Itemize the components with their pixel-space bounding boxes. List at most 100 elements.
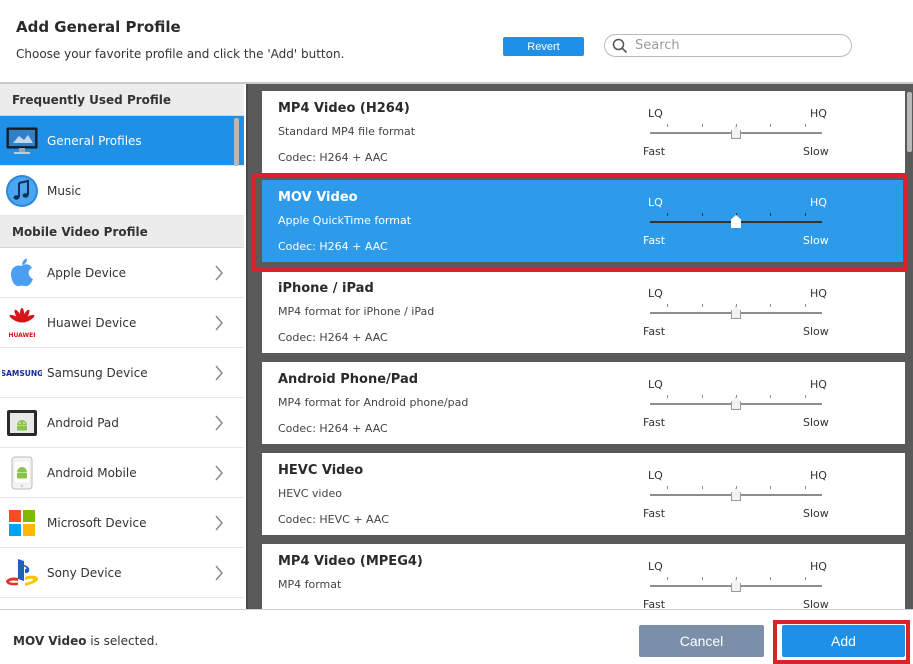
section-header-mobile-video: Mobile Video Profile [0, 216, 244, 248]
profile-description: HEVC video [278, 487, 342, 500]
slider-tick [667, 304, 668, 307]
sidebar-item-android-pad[interactable]: Android Pad [0, 398, 244, 448]
profile-description: Standard MP4 file format [278, 125, 416, 138]
profile-description: MP4 format for iPhone / iPad [278, 305, 435, 318]
quality-slider[interactable] [650, 124, 822, 139]
chevron-right-icon [215, 315, 223, 331]
dialog-footer: MOV Video is selected. Cancel Add [0, 609, 913, 664]
speed-fast-label: Fast [643, 598, 666, 609]
music-note-icon [2, 171, 42, 211]
speed-fast-label: Fast [643, 507, 666, 520]
add-button[interactable]: Add [782, 625, 905, 657]
speed-fast-label: Fast [643, 145, 666, 158]
profile-name: iPhone / iPad [278, 281, 374, 296]
speed-fast-label: Fast [643, 325, 666, 338]
profile-name: MP4 Video (MPEG4) [278, 554, 423, 569]
svg-text:HUAWEI: HUAWEI [8, 332, 35, 339]
sidebar-item-android-mobile[interactable]: Android Mobile [0, 448, 244, 498]
profile-card[interactable]: iPhone / iPad MP4 format for iPhone / iPa… [262, 271, 905, 353]
profile-description: MP4 format [278, 578, 342, 591]
slider-tick [770, 304, 771, 307]
slider-tick [805, 577, 806, 580]
slider-thumb[interactable] [731, 488, 741, 501]
quality-slider[interactable] [650, 577, 822, 592]
slider-tick [702, 395, 703, 398]
slider-tick [805, 124, 806, 127]
profile-list: MP4 Video (H264) Standard MP4 file format… [246, 84, 913, 609]
quality-high-label: HQ [810, 287, 827, 300]
profile-card[interactable]: MP4 Video (MPEG4) MP4 format LQ HQ Fast Slow [262, 544, 905, 609]
playstation-logo-icon [2, 553, 42, 593]
search-input[interactable] [635, 37, 845, 54]
slider-tick [805, 486, 806, 489]
chevron-right-icon [215, 365, 223, 381]
slider-tick [667, 577, 668, 580]
profile-codec: Codec: H264 + AAC [278, 331, 388, 344]
section-header-frequently-used: Frequently Used Profile [0, 84, 244, 116]
speed-slow-label: Slow [803, 325, 829, 338]
sidebar-item-label: Android Mobile [47, 465, 137, 480]
profile-list-scrollbar[interactable] [907, 92, 912, 152]
sidebar-scrollbar[interactable] [234, 118, 239, 166]
sidebar-item-samsung-device[interactable]: SAMSUNG Samsung Device [0, 348, 244, 398]
search-icon [612, 38, 628, 54]
slider-thumb[interactable] [731, 306, 741, 319]
monitor-icon [2, 121, 42, 161]
quality-high-label: HQ [810, 107, 827, 120]
sidebar-item-sony-device[interactable]: Sony Device [0, 548, 244, 598]
sidebar-item-label: General Profiles [47, 133, 142, 148]
speed-slow-label: Slow [803, 507, 829, 520]
slider-tick [667, 395, 668, 398]
profile-name: Android Phone/Pad [278, 372, 419, 387]
slider-tick [702, 304, 703, 307]
profile-description: MP4 format for Android phone/pad [278, 396, 469, 409]
revert-button[interactable]: Revert [503, 37, 584, 56]
search-box[interactable] [604, 34, 852, 57]
chevron-right-icon [215, 465, 223, 481]
profile-card[interactable]: HEVC Video HEVC video Codec: HEVC + AAC LQ H… [262, 453, 905, 535]
sidebar-item-general-profiles[interactable]: General Profiles [0, 116, 244, 166]
quality-low-label: LQ [648, 469, 663, 482]
dialog-title: Add General Profile [16, 18, 181, 36]
huawei-logo-icon: HUAWEI [2, 303, 42, 343]
slider-tick [667, 486, 668, 489]
slider-tick [805, 395, 806, 398]
profile-card[interactable]: Android Phone/Pad MP4 format for Android … [262, 362, 905, 444]
dialog-header: Add General Profile Choose your favorite… [0, 0, 913, 82]
slider-tick [702, 486, 703, 489]
sidebar-item-label: Android Pad [47, 415, 119, 430]
sidebar-item-label: Music [47, 183, 82, 198]
sidebar-item-huawei-device[interactable]: HUAWEI Huawei Device [0, 298, 244, 348]
chevron-right-icon [215, 565, 223, 581]
status-suffix: is selected. [86, 634, 159, 648]
slider-tick [770, 577, 771, 580]
profile-card[interactable]: MP4 Video (H264) Standard MP4 file format… [262, 91, 905, 173]
slider-tick [667, 124, 668, 127]
quality-slider[interactable] [650, 395, 822, 410]
quality-slider[interactable] [650, 304, 822, 319]
slider-thumb[interactable] [731, 579, 741, 592]
slider-thumb[interactable] [731, 397, 741, 410]
sidebar-item-microsoft-device[interactable]: Microsoft Device [0, 498, 244, 548]
chevron-right-icon [215, 515, 223, 531]
speed-slow-label: Slow [803, 145, 829, 158]
chevron-right-icon [215, 415, 223, 431]
slider-thumb[interactable] [731, 126, 741, 139]
cancel-button[interactable]: Cancel [639, 625, 764, 657]
quality-low-label: LQ [648, 107, 663, 120]
quality-high-label: HQ [810, 378, 827, 391]
quality-low-label: LQ [648, 378, 663, 391]
selection-highlight-outline [252, 174, 907, 272]
slider-tick [805, 304, 806, 307]
slider-tick [702, 577, 703, 580]
samsung-logo-icon: SAMSUNG [2, 353, 42, 393]
sidebar-item-apple-device[interactable]: Apple Device [0, 248, 244, 298]
sidebar-item-label: Microsoft Device [47, 515, 147, 530]
sidebar-item-label: Huawei Device [47, 315, 137, 330]
sidebar-item-music[interactable]: Music [0, 166, 244, 216]
sidebar-item-label: Sony Device [47, 565, 122, 580]
status-text: MOV Video is selected. [13, 634, 158, 648]
quality-high-label: HQ [810, 469, 827, 482]
quality-slider[interactable] [650, 486, 822, 501]
android-phone-icon [2, 453, 42, 493]
